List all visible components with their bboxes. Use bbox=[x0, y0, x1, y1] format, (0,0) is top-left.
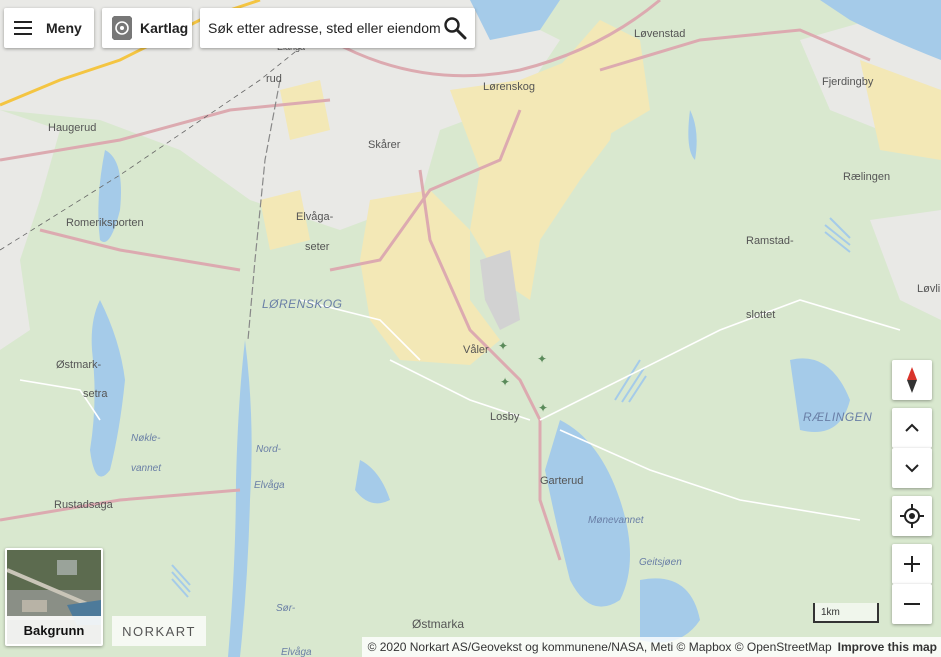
locate-button[interactable] bbox=[892, 496, 932, 536]
map-label: setra bbox=[83, 388, 108, 400]
map-label: Løvli bbox=[917, 283, 940, 295]
water-label: Sør- bbox=[276, 603, 296, 614]
layers-label: Kartlag bbox=[140, 20, 189, 36]
map-label: Skårer bbox=[368, 139, 401, 151]
minus-icon bbox=[904, 603, 920, 605]
menu-label: Meny bbox=[46, 20, 82, 36]
compass-button[interactable] bbox=[892, 360, 932, 400]
map-label: Ramstad- bbox=[746, 235, 794, 247]
search-icon[interactable] bbox=[443, 16, 467, 40]
map-label: Østmark- bbox=[56, 359, 102, 371]
layers-icon bbox=[112, 16, 132, 40]
locate-icon bbox=[900, 504, 924, 528]
map-label: Fjerdingby bbox=[822, 76, 874, 88]
search-input[interactable] bbox=[206, 19, 442, 37]
map-label: Våler bbox=[463, 344, 489, 356]
layers-button[interactable]: Kartlag bbox=[102, 8, 192, 48]
map-label: Romeriksporten bbox=[66, 217, 144, 229]
background-switch[interactable]: Bakgrunn bbox=[5, 548, 103, 646]
menu-button[interactable]: Meny bbox=[4, 8, 94, 48]
map-canvas[interactable]: ✦ ✦ ✦ ✦ Løvenstad Lørenskog Fjerdingby Haug… bbox=[0, 0, 941, 657]
background-label: Bakgrunn bbox=[7, 616, 101, 644]
map-label: Løvenstad bbox=[634, 28, 685, 40]
map-label: Østmarka bbox=[412, 617, 464, 631]
improve-map-link[interactable]: Improve this map bbox=[838, 640, 937, 654]
area-label: LØRENSKOG bbox=[262, 297, 343, 311]
map-label: seter bbox=[305, 241, 330, 253]
water-label: Mønevannet bbox=[588, 515, 645, 526]
water-label: Nord- bbox=[256, 444, 282, 455]
svg-text:✦: ✦ bbox=[498, 339, 508, 353]
attribution-bar: © 2020 Norkart AS/Geovekst og kommunene/… bbox=[361, 637, 941, 657]
map-label: rud bbox=[266, 73, 282, 85]
area-label: RÆLINGEN bbox=[803, 410, 872, 424]
svg-text:✦: ✦ bbox=[500, 375, 510, 389]
attribution-text: © 2020 Norkart AS/Geovekst og kommunene/… bbox=[367, 640, 832, 654]
compass-icon bbox=[907, 367, 917, 393]
zoom-in-button[interactable] bbox=[892, 544, 932, 584]
plus-icon bbox=[904, 556, 920, 572]
chevron-down-icon bbox=[905, 464, 919, 473]
water-label: Nøkle- bbox=[131, 433, 161, 444]
hamburger-icon bbox=[14, 21, 32, 35]
map-label: Losby bbox=[490, 411, 520, 423]
map-label: Elvåga- bbox=[296, 211, 334, 223]
zoom-out-button[interactable] bbox=[892, 584, 932, 624]
map-label: Lørenskog bbox=[483, 81, 535, 93]
scale-bar: 1km bbox=[813, 603, 879, 623]
water-label: Elvåga bbox=[254, 479, 285, 491]
map-label: Garterud bbox=[540, 475, 583, 487]
tilt-down-button[interactable] bbox=[892, 448, 932, 488]
svg-text:✦: ✦ bbox=[538, 401, 548, 415]
map-label: Rustadsaga bbox=[54, 499, 114, 511]
water-label: Geitsjøen bbox=[639, 557, 682, 568]
map-label: slottet bbox=[746, 309, 775, 321]
map-label: Rælingen bbox=[843, 171, 890, 183]
tilt-up-button[interactable] bbox=[892, 408, 932, 448]
norkart-logo: NORKART bbox=[112, 616, 206, 646]
search-box[interactable] bbox=[200, 8, 475, 48]
chevron-up-icon bbox=[905, 423, 919, 432]
map-label: Haugerud bbox=[48, 122, 96, 134]
water-label: Elvåga bbox=[281, 646, 312, 657]
water-label: vannet bbox=[131, 463, 162, 474]
svg-text:✦: ✦ bbox=[537, 352, 547, 366]
